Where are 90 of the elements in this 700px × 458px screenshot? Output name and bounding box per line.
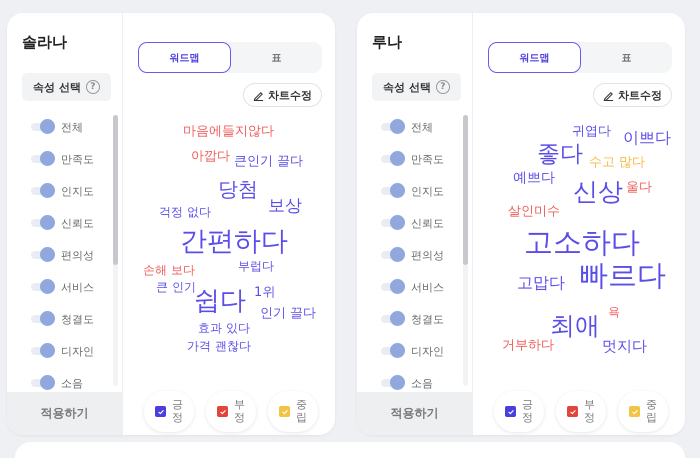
attribute-label: 만족도 bbox=[411, 152, 444, 166]
cloud-word: 예쁘다 bbox=[513, 171, 555, 185]
legend-toggle[interactable]: 중립 bbox=[268, 391, 318, 432]
attribute-label: 청결도 bbox=[411, 312, 444, 326]
cloud-word: 가격 괜찮다 bbox=[187, 340, 251, 352]
view-tab[interactable]: 표 bbox=[581, 42, 672, 73]
attribute-label: 속성 선택 bbox=[33, 80, 81, 94]
view-tab[interactable]: 표 bbox=[231, 42, 322, 73]
card-title: 루나 bbox=[371, 32, 403, 53]
check-icon bbox=[218, 408, 226, 416]
check-icon bbox=[506, 408, 514, 416]
cloud-word: 손해 보다 bbox=[143, 264, 195, 276]
cloud-word: 거부하다 bbox=[502, 339, 554, 352]
edit-chart-button[interactable]: 차트수정 bbox=[593, 83, 672, 107]
legend-checkbox[interactable] bbox=[629, 406, 640, 417]
cloud-word: 멋지다 bbox=[602, 339, 647, 354]
cloud-word: 아깝다 bbox=[191, 150, 230, 163]
cloud-word: 보상 bbox=[268, 198, 302, 215]
card-title: 솔라나 bbox=[21, 32, 68, 53]
attribute-label: 청결도 bbox=[61, 312, 94, 326]
attribute-label: 편의성 bbox=[61, 248, 94, 262]
check-icon bbox=[630, 408, 638, 416]
legend-checkbox[interactable] bbox=[217, 406, 228, 417]
check-icon bbox=[280, 408, 288, 416]
cloud-word: 욕 bbox=[608, 306, 620, 318]
help-icon[interactable]: ? bbox=[436, 80, 450, 94]
attribute-label: 인지도 bbox=[61, 184, 94, 198]
cloud-word: 1위 bbox=[254, 286, 276, 299]
check-icon bbox=[568, 408, 576, 416]
attribute-label: 만족도 bbox=[61, 152, 94, 166]
legend-label: 중립 bbox=[296, 399, 307, 424]
attribute-label: 신뢰도 bbox=[61, 216, 94, 230]
cloud-word: 귀엽다 bbox=[572, 125, 611, 138]
cloud-word: 간편하다 bbox=[180, 228, 288, 255]
cloud-word: 효과 있다 bbox=[198, 322, 250, 334]
view-tab[interactable]: 워드맵 bbox=[138, 42, 231, 73]
view-tab[interactable]: 워드맵 bbox=[488, 42, 581, 73]
cloud-word: 수고 많다 bbox=[589, 156, 646, 169]
pencil-icon bbox=[253, 90, 264, 100]
cloud-word: 빠르다 bbox=[579, 261, 666, 290]
attribute-label: 서비스 bbox=[411, 280, 444, 294]
cloud-word: 당첨 bbox=[218, 179, 258, 199]
scrollbar-thumb[interactable] bbox=[113, 115, 118, 265]
cloud-word: 살인미수 bbox=[508, 205, 560, 218]
cloud-word: 큰인기 끌다 bbox=[234, 155, 304, 168]
legend-toggle[interactable]: 부정 bbox=[206, 391, 256, 432]
legend-label: 부정 bbox=[584, 399, 595, 424]
attribute-label: 소음 bbox=[61, 376, 83, 390]
cloud-word: 울다 bbox=[626, 181, 652, 194]
help-icon[interactable]: ? bbox=[86, 80, 100, 94]
check-icon bbox=[156, 408, 164, 416]
attribute-label: 소음 bbox=[411, 376, 433, 390]
cloud-word: 이쁘다 bbox=[623, 130, 671, 146]
legend-toggle[interactable]: 긍정 bbox=[144, 391, 194, 432]
legend-label: 부정 bbox=[234, 399, 245, 424]
scrollbar-thumb[interactable] bbox=[463, 115, 468, 265]
apply-button[interactable]: 적용하기 bbox=[357, 392, 472, 435]
cloud-word: 큰 인기 bbox=[156, 281, 196, 293]
edit-chart-button[interactable]: 차트수정 bbox=[243, 83, 322, 107]
legend-toggle[interactable]: 중립 bbox=[618, 391, 668, 432]
legend-toggle[interactable]: 부정 bbox=[556, 391, 606, 432]
legend-toggle[interactable]: 긍정 bbox=[494, 391, 544, 432]
apply-button[interactable]: 적용하기 bbox=[7, 392, 122, 435]
legend-checkbox[interactable] bbox=[279, 406, 290, 417]
cloud-word: 신상 bbox=[573, 179, 623, 204]
cloud-word: 고소하다 bbox=[524, 228, 640, 257]
legend-label: 중립 bbox=[646, 399, 657, 424]
legend-checkbox[interactable] bbox=[505, 406, 516, 417]
cloud-word: 쉽다 bbox=[194, 288, 246, 314]
attribute-label: 디자인 bbox=[61, 344, 94, 358]
attribute-label: 전체 bbox=[411, 120, 433, 134]
attribute-label: 신뢰도 bbox=[411, 216, 444, 230]
attribute-label: 인지도 bbox=[411, 184, 444, 198]
cloud-word: 고맙다 bbox=[517, 275, 565, 291]
attribute-label: 속성 선택 bbox=[383, 80, 431, 94]
cloud-word: 부럽다 bbox=[238, 260, 274, 272]
legend-checkbox[interactable] bbox=[567, 406, 578, 417]
attribute-label: 디자인 bbox=[411, 344, 444, 358]
attribute-label: 전체 bbox=[61, 120, 83, 134]
cloud-word: 마음에들지않다 bbox=[183, 125, 274, 138]
pencil-icon bbox=[603, 90, 614, 100]
legend-checkbox[interactable] bbox=[155, 406, 166, 417]
legend-label: 긍정 bbox=[522, 399, 533, 424]
cloud-word: 좋다 bbox=[537, 143, 583, 166]
attribute-label: 편의성 bbox=[411, 248, 444, 262]
attribute-label: 서비스 bbox=[61, 280, 94, 294]
cloud-word: 걱정 없다 bbox=[159, 206, 211, 218]
legend-label: 긍정 bbox=[172, 399, 183, 424]
cloud-word: 인기 끌다 bbox=[260, 307, 316, 320]
cloud-word: 최애 bbox=[550, 313, 600, 338]
